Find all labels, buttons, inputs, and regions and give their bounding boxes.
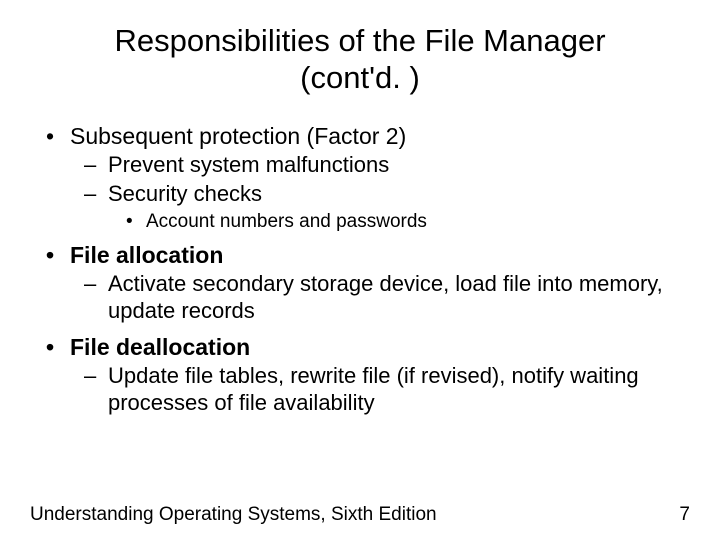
bullet-level1: File deallocation: [30, 333, 690, 361]
slide-footer: Understanding Operating Systems, Sixth E…: [30, 504, 690, 526]
bullet-text: Account numbers and passwords: [146, 211, 427, 232]
bullet-text: File allocation: [70, 242, 223, 268]
bullet-text: File deallocation: [70, 334, 250, 360]
bullet-text: Security checks: [108, 181, 262, 206]
bullet-level2: Activate secondary storage device, load …: [30, 271, 690, 325]
bullet-level1: File allocation: [30, 241, 690, 269]
bullet-text: Activate secondary storage device, load …: [108, 271, 663, 323]
bullet-level3: Account numbers and passwords: [30, 210, 690, 233]
bullet-text: Update file tables, rewrite file (if rev…: [108, 363, 639, 415]
bullet-level2: Prevent system malfunctions: [30, 152, 690, 179]
bullet-text: Subsequent protection (Factor 2): [70, 123, 406, 149]
slide-body: Subsequent protection (Factor 2) Prevent…: [0, 106, 720, 416]
title-line-1: Responsibilities of the File Manager: [114, 23, 605, 58]
slide-title: Responsibilities of the File Manager (co…: [0, 0, 720, 106]
bullet-level2: Update file tables, rewrite file (if rev…: [30, 363, 690, 417]
bullet-text: Prevent system malfunctions: [108, 152, 389, 177]
title-line-2: (cont'd. ): [300, 60, 420, 95]
footer-source: Understanding Operating Systems, Sixth E…: [30, 504, 437, 526]
bullet-level2: Security checks: [30, 181, 690, 208]
bullet-level1: Subsequent protection (Factor 2): [30, 122, 690, 150]
slide: Responsibilities of the File Manager (co…: [0, 0, 720, 540]
footer-page-number: 7: [679, 504, 690, 526]
